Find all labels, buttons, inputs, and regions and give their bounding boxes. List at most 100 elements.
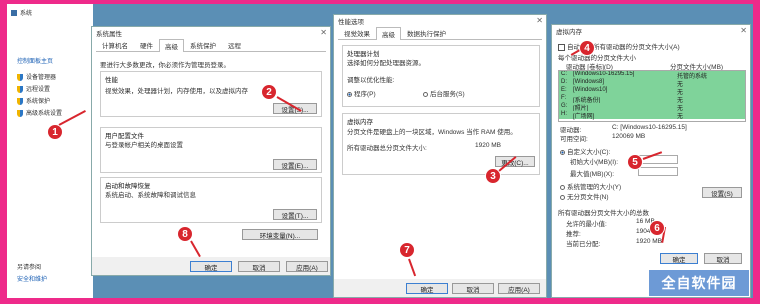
scheduling-desc: 选择如何分配处理器资源。 xyxy=(347,60,425,67)
ok-button[interactable]: 确定 xyxy=(406,283,448,294)
startup-settings-button[interactable]: 设置(T)... xyxy=(273,209,317,220)
drive-paging-size: 无 xyxy=(677,82,684,88)
tab-visual-effects[interactable]: 视觉效果 xyxy=(338,26,376,39)
performance-options-titlebar: 性能选项 ✕ xyxy=(334,15,546,27)
close-icon[interactable]: ✕ xyxy=(536,16,543,25)
virtual-memory-titlebar: 虚拟内存 ✕ xyxy=(552,25,750,37)
drive-row[interactable]: D: [Windows8] 无 xyxy=(559,79,745,88)
drive-volume: [Windows10] xyxy=(573,87,608,93)
tab-computer-name[interactable]: 计算机名 xyxy=(96,38,134,51)
drive-list[interactable]: C: [Windows10-16295.15] 托管的系统 D: [Windows8] 无… xyxy=(558,70,746,122)
tab-hardware[interactable]: 硬件 xyxy=(134,38,159,51)
admin-note: 要进行大多数更改，你必须作为管理员登录。 xyxy=(100,62,230,69)
drive-volume: [系统备份] xyxy=(573,98,601,104)
virtual-memory-window: 虚拟内存 ✕ 自动管理所有驱动器的分页文件大小(A) 每个驱动器的分页文件大小 驱… xyxy=(551,24,751,298)
set-button[interactable]: 设置(S) xyxy=(702,187,742,198)
apply-button[interactable]: 应用(A) xyxy=(498,283,540,294)
see-also-heading: 另请参阅 xyxy=(17,265,42,271)
totals-heading: 所有驱动器分页文件大小的总数 xyxy=(558,210,649,217)
step-badge-4: 4 xyxy=(579,40,595,56)
tab-remote[interactable]: 远程 xyxy=(222,38,247,51)
drive-paging-size: 无 xyxy=(677,106,684,112)
drive-paging-size: 托管的系统 xyxy=(677,74,708,80)
shield-icon xyxy=(17,85,23,93)
apply-button[interactable]: 应用(A) xyxy=(286,261,328,272)
cancel-button[interactable]: 取消 xyxy=(704,253,742,264)
close-icon[interactable]: ✕ xyxy=(320,28,327,37)
step-badge-7: 7 xyxy=(399,242,415,258)
drive-volume: [广场网] xyxy=(573,114,595,120)
profile-settings-button[interactable]: 设置(E)... xyxy=(273,159,317,170)
drive-volume: [Windows8] xyxy=(573,79,605,85)
performance-title: 性能 xyxy=(105,77,118,84)
drive-row[interactable]: H: [广场网] 无 xyxy=(559,111,745,120)
drive-paging-size: 无 xyxy=(677,114,684,120)
virtual-memory-group: 虚拟内存 分页文件是硬盘上的一块区域，Windows 当作 RAM 使用。 所有… xyxy=(342,113,540,175)
adjust-label: 调整以优化性能: xyxy=(347,77,395,84)
max-size-input[interactable] xyxy=(638,167,678,176)
radio-icon xyxy=(423,91,428,97)
drive-row[interactable]: F: [系统备份] 无 xyxy=(559,95,745,104)
step-badge-6: 6 xyxy=(649,220,665,236)
sidebar-item-device-manager[interactable]: 设备管理器 xyxy=(17,72,56,81)
environment-variables-button[interactable]: 环境变量(N)... xyxy=(242,229,318,240)
system-properties-titlebar: 系统属性 ✕ xyxy=(92,27,330,39)
radio-icon xyxy=(560,184,565,190)
performance-options-tabs: 视觉效果 高级 数据执行保护 xyxy=(338,27,542,40)
drive-paging-size: 无 xyxy=(677,90,684,96)
drive-letter: G: xyxy=(561,103,568,109)
radio-checked-icon xyxy=(347,91,352,97)
ok-button[interactable]: 确定 xyxy=(660,253,698,264)
tab-advanced[interactable]: 高级 xyxy=(159,39,184,52)
system-managed-radio[interactable]: 系统管理的大小(Y) xyxy=(560,181,621,191)
rec-label: 推荐: xyxy=(566,231,581,238)
window-title: 系统 xyxy=(11,8,32,17)
drive-row[interactable]: E: [Windows10] 无 xyxy=(559,87,745,96)
drive-letter: F: xyxy=(561,95,567,101)
watermark-logo: 全自软件园 xyxy=(649,270,749,296)
min-label: 允许的最小值: xyxy=(566,221,607,228)
services-radio[interactable]: 后台服务(S) xyxy=(423,88,465,98)
cancel-button[interactable]: 取消 xyxy=(238,261,280,272)
drive-paging-size: 无 xyxy=(677,98,684,104)
ok-button[interactable]: 确定 xyxy=(190,261,232,272)
system-properties-footer: 确定 取消 应用(A) xyxy=(92,257,330,275)
processor-scheduling-group: 处理器计划 选择如何分配处理器资源。 调整以优化性能: 程序(P) 后台服务(S… xyxy=(342,45,540,107)
drive-letter: C: xyxy=(561,71,567,77)
shield-icon xyxy=(17,109,23,117)
sidebar-item-advanced[interactable]: 高级系统设置 xyxy=(17,108,62,117)
drive-row[interactable]: G: [照片] 无 xyxy=(559,103,745,112)
system-properties-tabs: 计算机名 硬件 高级 系统保护 远程 xyxy=(96,39,326,52)
total-paging-value: 1920 MB xyxy=(475,142,502,149)
drive-letter: D: xyxy=(561,79,567,85)
tab-system-protection[interactable]: 系统保护 xyxy=(184,38,222,51)
tab-advanced[interactable]: 高级 xyxy=(376,27,401,40)
cancel-button[interactable]: 取消 xyxy=(452,283,494,294)
drive-volume: [照片] xyxy=(573,106,589,112)
performance-desc: 视觉效果，处理器计划，内存使用，以及虚拟内存 xyxy=(105,88,248,95)
drive-row[interactable]: C: [Windows10-16295.15] 托管的系统 xyxy=(559,71,745,80)
drive-volume: [Windows10-16295.15] xyxy=(573,71,635,77)
shield-icon xyxy=(17,73,23,81)
cur-value: 1920 MB xyxy=(636,238,663,245)
performance-options-footer: 确定 取消 应用(A) xyxy=(334,279,546,297)
control-panel-home-link[interactable]: 控制面板主页 xyxy=(17,56,53,65)
step-badge-5: 5 xyxy=(627,154,643,170)
close-icon[interactable]: ✕ xyxy=(740,26,747,35)
no-paging-radio[interactable]: 无分页文件(N) xyxy=(560,191,609,201)
step-badge-2: 2 xyxy=(261,84,277,100)
step-badge-3: 3 xyxy=(485,168,501,184)
performance-group: 性能 视觉效果，处理器计划，内存使用，以及虚拟内存 设置(S)... xyxy=(100,71,322,117)
security-link[interactable]: 安全和维护 xyxy=(17,274,47,283)
step-badge-1: 1 xyxy=(47,124,63,140)
programs-radio[interactable]: 程序(P) xyxy=(347,88,376,98)
sidebar-item-protection[interactable]: 系统保护 xyxy=(17,96,50,105)
avail-value: 120069 MB xyxy=(612,133,646,140)
custom-size-radio[interactable]: 自定义大小(C): xyxy=(560,146,610,156)
max-size-label: 最大值(MB)(X): xyxy=(570,171,615,178)
control-panel-sidebar: 系统 控制面板主页 设备管理器 远程设置 系统保护 高级系统设置 另请参阅 安全… xyxy=(7,4,93,298)
initial-size-label: 初始大小(MB)(I): xyxy=(570,159,619,166)
system-icon xyxy=(11,10,17,17)
sidebar-item-remote[interactable]: 远程设置 xyxy=(17,84,50,93)
tab-dep[interactable]: 数据执行保护 xyxy=(401,26,452,39)
